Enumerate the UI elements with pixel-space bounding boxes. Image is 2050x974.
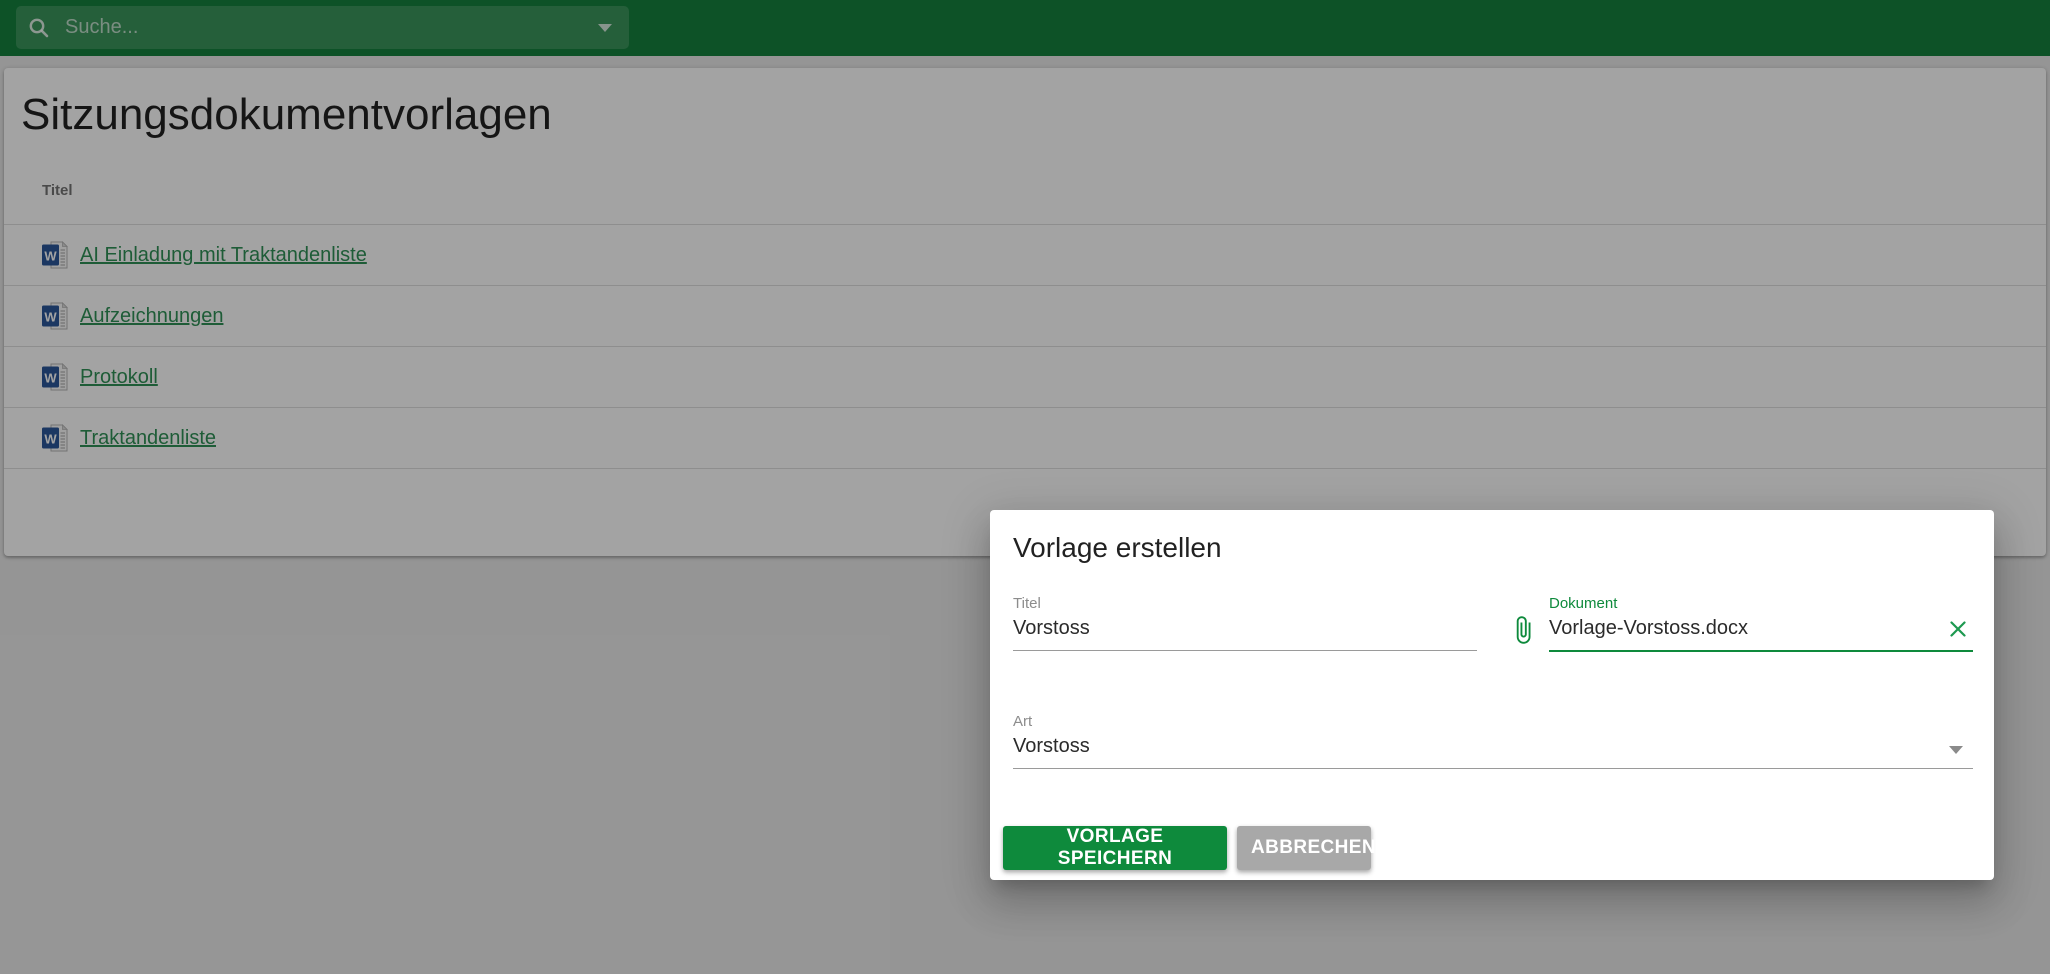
art-label: Art bbox=[1013, 713, 1032, 730]
screen: Sitzungsdokumentvorlagen Titel W AI Einl… bbox=[0, 0, 2050, 974]
clear-icon[interactable] bbox=[1947, 618, 1969, 640]
art-value[interactable]: Vorstoss bbox=[1013, 735, 1973, 758]
titel-field[interactable]: Titel bbox=[1013, 594, 1477, 651]
paperclip-icon bbox=[1508, 615, 1538, 645]
dokument-field[interactable]: Dokument bbox=[1549, 594, 1973, 652]
dialog-title: Vorlage erstellen bbox=[1013, 532, 1222, 564]
dialog-actions: VORLAGE SPEICHERN ABBRECHEN bbox=[1003, 826, 1371, 870]
cancel-button[interactable]: ABBRECHEN bbox=[1237, 826, 1371, 870]
create-template-dialog: Vorlage erstellen Titel Dokument Art Vor… bbox=[990, 510, 1994, 880]
art-select[interactable]: Art Vorstoss bbox=[1013, 712, 1973, 769]
dokument-input[interactable] bbox=[1549, 617, 1937, 640]
chevron-down-icon[interactable] bbox=[1949, 746, 1963, 754]
save-template-button[interactable]: VORLAGE SPEICHERN bbox=[1003, 826, 1227, 870]
dokument-label: Dokument bbox=[1549, 595, 1617, 612]
titel-input[interactable] bbox=[1013, 617, 1477, 640]
titel-label: Titel bbox=[1013, 595, 1041, 612]
